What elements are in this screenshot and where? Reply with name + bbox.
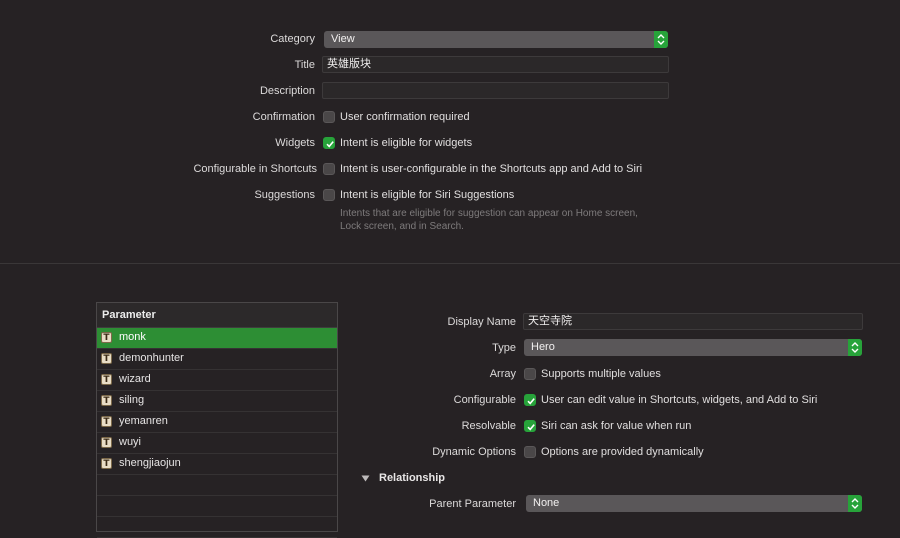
parameter-name: demonhunter xyxy=(119,352,184,364)
confirmation-checkbox[interactable] xyxy=(323,111,335,123)
configurable-shortcuts-label: Configurable in Shortcuts xyxy=(193,163,317,175)
widgets-label: Widgets xyxy=(275,137,315,149)
display-name-field[interactable]: 天空寺院 xyxy=(523,313,863,330)
popup-stepper-icon xyxy=(848,339,862,356)
parameter-name: wizard xyxy=(119,373,151,385)
parent-parameter-value: None xyxy=(533,497,560,509)
parent-parameter-popup[interactable]: None xyxy=(526,495,862,512)
confirmation-label: Confirmation xyxy=(252,111,315,123)
text-type-icon: T xyxy=(101,416,112,427)
resolvable-checkbox[interactable] xyxy=(524,420,536,432)
configurable-checkbox[interactable] xyxy=(524,394,536,406)
suggestions-label: Suggestions xyxy=(254,189,315,201)
description-label: Description xyxy=(259,85,315,97)
widgets-text: Intent is eligible for widgets xyxy=(340,137,473,149)
section-divider xyxy=(0,263,900,264)
parameter-column-header[interactable]: Parameter xyxy=(97,303,337,328)
configurable-text: User can edit value in Shortcuts, widget… xyxy=(541,394,818,406)
parameter-row-demonhunter[interactable]: Tdemonhunter xyxy=(97,349,337,370)
parameter-row-monk[interactable]: Tmonk xyxy=(97,328,337,349)
suggestions-hint-line2: Lock screen, and in Search. xyxy=(340,221,464,232)
parameter-row-wizard[interactable]: Twizard xyxy=(97,370,337,391)
suggestions-text: Intent is eligible for Siri Suggestions xyxy=(340,189,515,201)
resolvable-label: Resolvable xyxy=(461,420,516,432)
text-type-icon: T xyxy=(101,395,112,406)
parameter-row-yemanren[interactable]: Tyemanren xyxy=(97,412,337,433)
configurable-shortcuts-checkbox[interactable] xyxy=(323,163,335,175)
resolvable-text: Siri can ask for value when run xyxy=(541,420,692,432)
type-label: Type xyxy=(492,342,516,354)
title-label: Title xyxy=(294,59,315,71)
parameter-name: shengjiaojun xyxy=(119,457,181,469)
dynamic-options-text: Options are provided dynamically xyxy=(541,446,704,458)
display-name-label: Display Name xyxy=(447,316,516,328)
checkmark-icon xyxy=(527,424,535,431)
suggestions-hint-line1: Intents that are eligible for suggestion… xyxy=(340,208,638,219)
parameter-name: wuyi xyxy=(119,436,142,448)
text-type-icon: T xyxy=(101,458,112,469)
text-type-icon: T xyxy=(101,374,112,385)
parameter-table: Parameter Tmonk Tdemonhunter Twizard Tsilin… xyxy=(96,302,338,538)
popup-stepper-icon xyxy=(848,495,862,512)
popup-stepper-icon xyxy=(654,31,668,48)
description-field[interactable] xyxy=(322,82,669,99)
parameter-name: monk xyxy=(119,331,146,343)
dynamic-options-label: Dynamic Options xyxy=(432,446,516,458)
type-popup[interactable]: Hero xyxy=(524,339,862,356)
parameter-name: yemanren xyxy=(119,415,168,427)
text-type-icon: T xyxy=(101,353,112,364)
configurable-shortcuts-text: Intent is user-configurable in the Short… xyxy=(340,163,643,175)
category-popup[interactable]: View xyxy=(324,31,668,48)
category-value: View xyxy=(331,33,355,45)
confirmation-text: User confirmation required xyxy=(340,111,470,123)
suggestions-checkbox[interactable] xyxy=(323,189,335,201)
empty-row xyxy=(97,475,337,496)
relationship-section-title: Relationship xyxy=(379,472,446,484)
checkmark-icon xyxy=(326,141,334,148)
configurable-label: Configurable xyxy=(453,394,516,406)
parameter-name: siling xyxy=(119,394,145,406)
parameter-row-wuyi[interactable]: Twuyi xyxy=(97,433,337,454)
parameter-row-siling[interactable]: Tsiling xyxy=(97,391,337,412)
text-type-icon: T xyxy=(101,332,112,343)
disclosure-triangle-icon[interactable] xyxy=(361,474,370,486)
empty-row xyxy=(97,496,337,517)
array-label: Array xyxy=(489,368,516,380)
dynamic-options-checkbox[interactable] xyxy=(524,446,536,458)
array-checkbox[interactable] xyxy=(524,368,536,380)
parent-parameter-label: Parent Parameter xyxy=(429,498,516,510)
parameter-row-shengjiaojun[interactable]: Tshengjiaojun xyxy=(97,454,337,475)
title-field[interactable]: 英雄版块 xyxy=(322,56,669,73)
array-text: Supports multiple values xyxy=(541,368,661,380)
checkmark-icon xyxy=(527,398,535,405)
empty-row xyxy=(97,517,337,538)
widgets-checkbox[interactable] xyxy=(323,137,335,149)
category-label: Category xyxy=(270,33,315,45)
text-type-icon: T xyxy=(101,437,112,448)
type-value: Hero xyxy=(531,341,555,353)
